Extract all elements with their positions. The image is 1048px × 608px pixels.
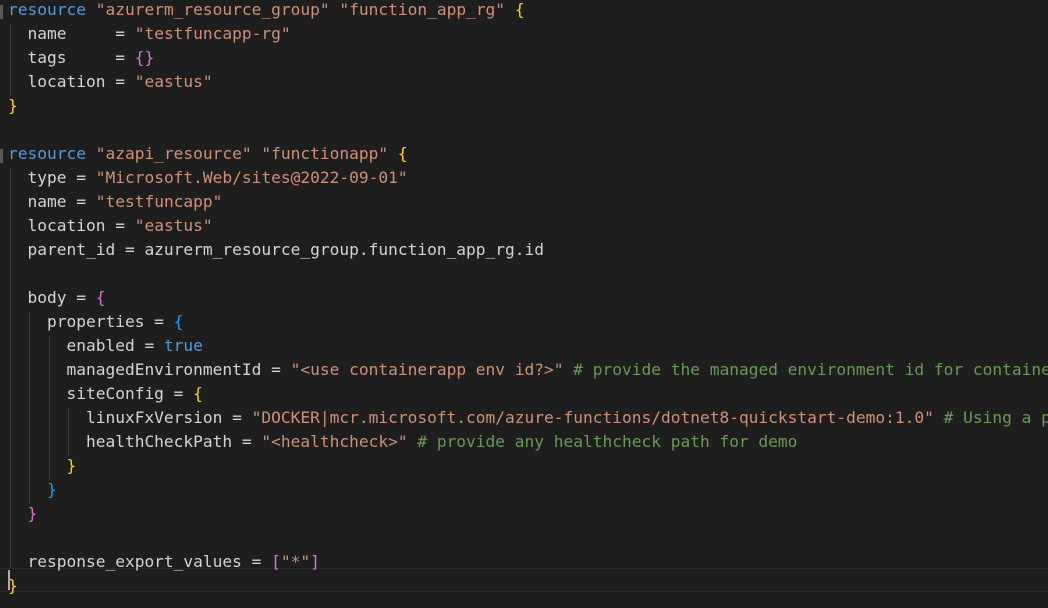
code-token: # Using a pu	[943, 408, 1048, 427]
code-token: "testfuncapp"	[95, 192, 223, 211]
code-line[interactable]: type = "Microsoft.Web/sites@2022-09-01"	[8, 166, 408, 190]
code-token: [	[271, 552, 281, 571]
code-token: "functionapp"	[261, 144, 389, 163]
code-token: {	[173, 312, 184, 331]
code-line[interactable]: name = "testfuncapp-rg"	[8, 22, 291, 46]
fold-marker[interactable]	[0, 149, 3, 163]
code-token: resource	[8, 144, 86, 163]
code-token: {	[397, 144, 408, 163]
code-token: "function_app_rg"	[339, 0, 506, 19]
code-token: {	[95, 288, 106, 307]
code-token: linuxFxVersion =	[8, 408, 252, 427]
code-token: {	[514, 0, 525, 19]
code-token: "<use containerapp env id?>"	[290, 360, 564, 379]
code-line[interactable]: properties = {	[8, 310, 183, 334]
code-token: body =	[8, 288, 96, 307]
code-line[interactable]: enabled = true	[8, 334, 203, 358]
code-line[interactable]: location = "eastus"	[8, 214, 213, 238]
code-token: "Microsoft.Web/sites@2022-09-01"	[95, 168, 408, 187]
code-token: location =	[8, 72, 135, 91]
code-token: managedEnvironmentId =	[8, 360, 291, 379]
code-token: "azapi_resource"	[95, 144, 252, 163]
code-token: # provide any healthcheck path for demo	[417, 432, 798, 451]
code-token: "*"	[280, 552, 311, 571]
code-token: "testfuncapp-rg"	[134, 24, 291, 43]
code-token: ]	[310, 552, 320, 571]
code-token: location =	[8, 216, 135, 235]
code-token: properties =	[8, 312, 174, 331]
code-token: }	[8, 96, 18, 115]
code-line[interactable]: }	[8, 502, 37, 526]
code-line[interactable]: name = "testfuncapp"	[8, 190, 222, 214]
code-token: "azurerm_resource_group"	[95, 0, 330, 19]
code-token: parent_id = azurerm_resource_group.funct…	[8, 240, 545, 259]
code-line[interactable]: location = "eastus"	[8, 70, 213, 94]
code-token: name =	[8, 24, 135, 43]
code-token: type =	[8, 168, 96, 187]
code-line[interactable]: managedEnvironmentId = "<use containerap…	[8, 358, 1048, 382]
text-cursor	[8, 570, 10, 590]
code-line[interactable]: siteConfig = {	[8, 382, 203, 406]
code-token: }	[8, 504, 38, 523]
code-line[interactable]: }	[8, 94, 18, 118]
code-line[interactable]: resource "azapi_resource" "functionapp" …	[8, 142, 408, 166]
code-line[interactable]: response_export_values = ["*"]	[8, 550, 320, 574]
code-token: "eastus"	[134, 216, 213, 235]
code-token: healthCheckPath =	[8, 432, 262, 451]
code-line[interactable]: }	[8, 454, 76, 478]
code-token: {}	[134, 48, 155, 67]
code-line[interactable]: }	[8, 478, 57, 502]
code-token: # provide the managed environment id for…	[573, 360, 1048, 379]
code-line[interactable]: healthCheckPath = "<healthcheck>" # prov…	[8, 430, 797, 454]
code-token: name =	[8, 192, 96, 211]
code-token: enabled =	[8, 336, 164, 355]
code-line[interactable]: linuxFxVersion = "DOCKER|mcr.microsoft.c…	[8, 406, 1048, 430]
code-token: {	[193, 384, 203, 403]
code-token: tags =	[8, 48, 135, 67]
code-token: "eastus"	[134, 72, 213, 91]
code-token: "<healthcheck>"	[261, 432, 408, 451]
code-token: }	[8, 456, 77, 475]
code-token: "DOCKER|mcr.microsoft.com/azure-function…	[251, 408, 934, 427]
code-line[interactable]: body = {	[8, 286, 105, 310]
code-token: response_export_values =	[8, 552, 272, 571]
code-token: siteConfig =	[8, 384, 194, 403]
fold-marker[interactable]	[0, 5, 3, 19]
code-line[interactable]: tags = {}	[8, 46, 154, 70]
code-token: true	[163, 336, 203, 355]
code-line[interactable]: parent_id = azurerm_resource_group.funct…	[8, 238, 544, 262]
code-editor[interactable]: resource "azurerm_resource_group" "funct…	[0, 0, 1048, 608]
code-line[interactable]: resource "azurerm_resource_group" "funct…	[8, 0, 525, 22]
code-token: }	[8, 480, 57, 499]
code-token: resource	[8, 0, 86, 19]
